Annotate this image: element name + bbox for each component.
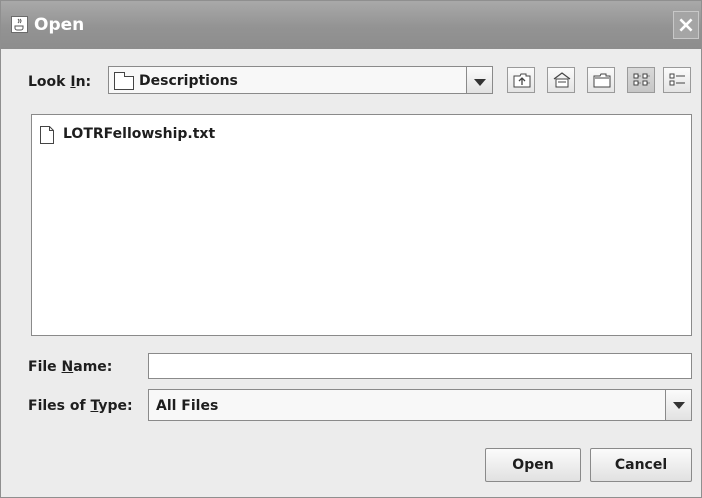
file-name-label: File Name:	[28, 359, 113, 375]
folder-up-icon	[513, 73, 531, 88]
files-of-type-label: Files of Type:	[28, 398, 133, 414]
home-icon	[553, 72, 571, 88]
java-cup-icon	[11, 16, 28, 33]
list-view-button[interactable]	[627, 67, 655, 93]
list-view-icon	[633, 73, 650, 86]
chevron-down-icon[interactable]	[665, 390, 691, 420]
files-of-type-value: All Files	[156, 398, 219, 414]
details-view-button[interactable]	[663, 67, 691, 93]
file-name-text: LOTRFellowship.txt	[63, 126, 216, 142]
details-view-icon	[669, 73, 685, 86]
files-of-type-combo[interactable]: All Files	[148, 389, 692, 421]
open-button[interactable]: Open	[485, 448, 581, 482]
file-name-field[interactable]	[148, 353, 692, 379]
home-button[interactable]	[547, 67, 575, 93]
up-one-level-button[interactable]	[507, 67, 535, 93]
open-dialog: Open × Look In: Descriptions LOTRFellows…	[0, 0, 702, 498]
folder-icon	[114, 72, 134, 90]
chevron-down-icon[interactable]	[466, 67, 492, 93]
look-in-combo[interactable]: Descriptions	[108, 66, 493, 94]
cancel-button[interactable]: Cancel	[590, 448, 692, 482]
look-in-value: Descriptions	[139, 73, 238, 89]
new-folder-button[interactable]	[587, 67, 615, 93]
title-bar[interactable]: Open ×	[1, 1, 701, 49]
look-in-label: Look In:	[28, 74, 92, 90]
file-list[interactable]: LOTRFellowship.txt	[31, 114, 692, 336]
close-icon[interactable]: ×	[673, 11, 699, 39]
window-title: Open	[34, 15, 85, 35]
new-folder-icon	[593, 73, 611, 88]
document-icon	[40, 126, 54, 144]
